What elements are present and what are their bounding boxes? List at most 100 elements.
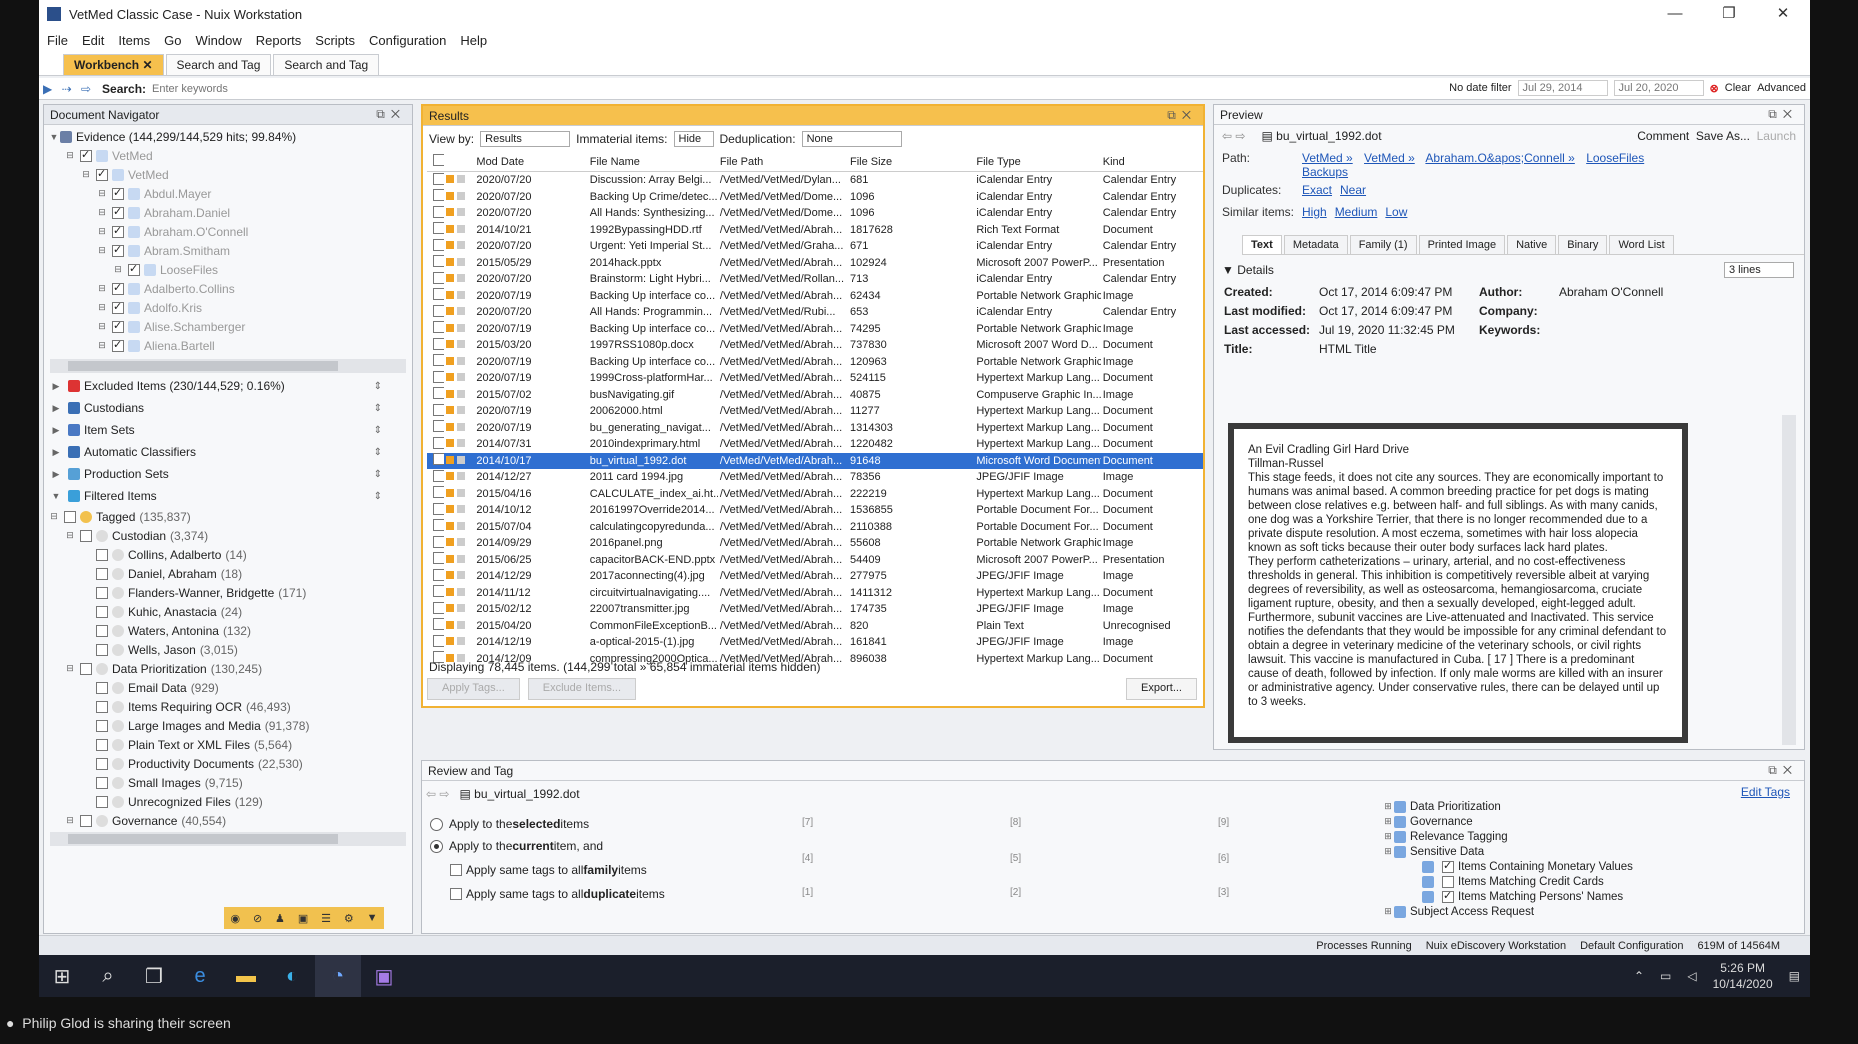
menu-items[interactable]: Items (118, 33, 150, 48)
row-checkbox[interactable] (433, 502, 444, 515)
row-checkbox[interactable] (433, 337, 444, 350)
evidence-tree-item[interactable]: ⊟ Abdul.Mayer (48, 184, 408, 203)
expand-icon[interactable]: ⊟ (64, 815, 76, 826)
duplicate-checkbox[interactable] (450, 888, 462, 900)
task-view-icon[interactable]: ❐ (131, 955, 177, 997)
tab-workbench[interactable]: Workbench ✕ (63, 54, 164, 75)
filtered-tree-item[interactable]: Plain Text or XML Files (5,564) (48, 735, 408, 754)
panel-buttons-icon[interactable]: ⧉✕ (1768, 107, 1798, 122)
row-checkbox[interactable] (433, 271, 444, 284)
tool-icon-2[interactable]: ⊘ (253, 912, 262, 925)
file-explorer-icon[interactable]: ▬ (223, 955, 269, 997)
filtered-tree-item[interactable]: Wells, Jason (3,015) (48, 640, 408, 659)
expand-icon[interactable]: ⊟ (64, 150, 76, 161)
expand-icon[interactable]: ⊟ (96, 321, 108, 332)
menu-scripts[interactable]: Scripts (315, 33, 355, 48)
maximize-button[interactable]: ❐ (1702, 0, 1756, 28)
date-filter-dropdown[interactable]: No date filter (1449, 82, 1511, 94)
nuix-app-icon[interactable]: ◔ (315, 955, 361, 997)
tree-checkbox[interactable] (96, 167, 108, 181)
document-text-view[interactable]: An Evil Cradling Girl Hard Drive Tillman-… (1228, 423, 1688, 743)
tree-checkbox[interactable] (96, 567, 108, 580)
expand-icon[interactable]: ⊟ (96, 207, 108, 218)
tree-checkbox[interactable] (96, 795, 108, 808)
row-checkbox[interactable] (433, 205, 444, 218)
expand-icon[interactable]: ⊟ (96, 283, 108, 294)
nav-section-production-sets[interactable]: ▶ Production Sets ⇕ (44, 463, 412, 485)
tag-checkbox[interactable] (1442, 875, 1454, 888)
tree-checkbox[interactable] (80, 529, 92, 542)
table-row[interactable]: 2014/12/29 2017aconnecting(4).jpg/VetMed/… (427, 568, 1203, 585)
sim-medium-link[interactable]: Medium (1335, 205, 1378, 219)
filtered-tree-item[interactable]: Collins, Adalberto (14) (48, 545, 408, 564)
menu-configuration[interactable]: Configuration (369, 33, 446, 48)
expand-icon[interactable]: ⊟ (96, 302, 108, 313)
tree-checkbox[interactable] (96, 757, 108, 770)
tool-icon-3[interactable]: ♟ (275, 912, 285, 925)
view-by-select[interactable]: Results (480, 131, 571, 147)
advanced-button[interactable]: Advanced (1757, 82, 1806, 94)
tree-checkbox[interactable] (96, 605, 108, 618)
table-row[interactable]: 2015/03/20 1997RSS1080p.docx/VetMed/VetMe… (427, 337, 1203, 354)
nav-section-classifiers[interactable]: ▶ Automatic Classifiers ⇕ (44, 441, 412, 463)
evidence-tree-item[interactable]: ⊟ Aliena.Bartell (48, 336, 408, 355)
family-checkbox[interactable] (450, 864, 462, 876)
expand-icon[interactable]: ⊞ (1382, 906, 1394, 917)
col-file-path[interactable]: File Path (718, 156, 848, 168)
row-checkbox[interactable] (433, 486, 444, 499)
menu-window[interactable]: Window (196, 33, 242, 48)
table-row[interactable]: 2020/07/20 Discussion: Array Belgi... /Vet… (427, 172, 1203, 189)
table-row[interactable]: 2020/07/19 20062000.html/VetMed/VetMed/Ab… (427, 403, 1203, 420)
dup-near-link[interactable]: Near (1340, 183, 1366, 197)
panel-buttons-icon[interactable]: ⧉✕ (1768, 763, 1798, 778)
select-all-checkbox[interactable] (433, 154, 444, 166)
table-row[interactable]: 2020/07/20 Urgent: Yeti Imperial St... /Ve… (427, 238, 1203, 255)
row-checkbox[interactable] (433, 222, 444, 235)
expand-icon[interactable]: ⊟ (96, 188, 108, 199)
tree-checkbox[interactable] (112, 300, 124, 314)
search-icon[interactable]: ⌕ (85, 955, 131, 997)
export-button[interactable]: Export... (1126, 678, 1197, 700)
app-icon[interactable]: ▣ (361, 955, 407, 997)
filtered-tree-item[interactable]: ⊟ Custodian (3,374) (48, 526, 408, 545)
tag-tree-item[interactable]: ⊞ Data Prioritization (1382, 799, 1802, 814)
nav-section-custodians[interactable]: ▶ Custodians ⇕ (44, 397, 412, 419)
expand-icon[interactable]: ⊞ (1382, 816, 1394, 827)
row-checkbox[interactable] (433, 172, 444, 185)
menu-file[interactable]: File (47, 33, 68, 48)
table-row[interactable]: 2020/07/19 Backing Up interface co.../Vet… (427, 321, 1203, 338)
table-row[interactable]: 2020/07/20 All Hands: Synthesizing... /Vet… (427, 205, 1203, 222)
expand-icon[interactable]: ▶ (50, 403, 62, 414)
expand-icon[interactable]: ⊟ (112, 264, 124, 275)
sort-icon[interactable]: ⇕ (374, 447, 382, 458)
path-link-1[interactable]: VetMed » (1302, 151, 1353, 165)
expand-icon[interactable]: ⊟ (64, 530, 76, 541)
table-row[interactable]: 2020/07/19 Backing Up interface co.../Vet… (427, 288, 1203, 305)
row-checkbox[interactable] (433, 453, 444, 466)
preview-tab-word-list[interactable]: Word List (1609, 235, 1674, 254)
tool-icon-5[interactable]: ☰ (321, 912, 331, 925)
col-mod-date[interactable]: Mod Date (466, 156, 587, 168)
filtered-tree-item[interactable]: Waters, Antonina (132) (48, 621, 408, 640)
apply-tags-button[interactable]: Apply Tags... (427, 678, 520, 700)
expand-icon[interactable]: ▶ (50, 381, 62, 392)
date-to-field[interactable]: Jul 20, 2020 (1613, 80, 1704, 96)
table-row[interactable]: 2014/12/19 a-optical-2015-(1).jpg/VetMed/… (427, 634, 1203, 651)
filtered-tree-item[interactable]: Daniel, Abraham (18) (48, 564, 408, 583)
filtered-tree-item[interactable]: Flanders-Wanner, Bridgette (171) (48, 583, 408, 602)
filter-icon[interactable]: ▼ (367, 912, 378, 924)
row-checkbox[interactable] (433, 255, 444, 268)
apply-selected-radio[interactable] (430, 817, 443, 831)
nav-section-filter[interactable]: ▼ Filtered Items ⇕ (44, 485, 412, 507)
tool-icon-1[interactable]: ◉ (230, 912, 240, 925)
table-row[interactable]: 2015/05/29 2014hack.pptx/VetMed/VetMed/Ab… (427, 255, 1203, 272)
preview-tab-native[interactable]: Native (1507, 235, 1557, 254)
internet-explorer-icon[interactable]: e (177, 955, 223, 997)
notifications-icon[interactable]: ▤ (1789, 969, 1800, 983)
clear-button[interactable]: Clear (1725, 82, 1751, 94)
tree-checkbox[interactable] (64, 510, 76, 523)
details-toggle-icon[interactable]: ▼ (1222, 263, 1234, 277)
row-checkbox[interactable] (433, 387, 444, 400)
close-button[interactable]: ✕ (1756, 0, 1810, 28)
sort-icon[interactable]: ⇕ (374, 403, 382, 414)
